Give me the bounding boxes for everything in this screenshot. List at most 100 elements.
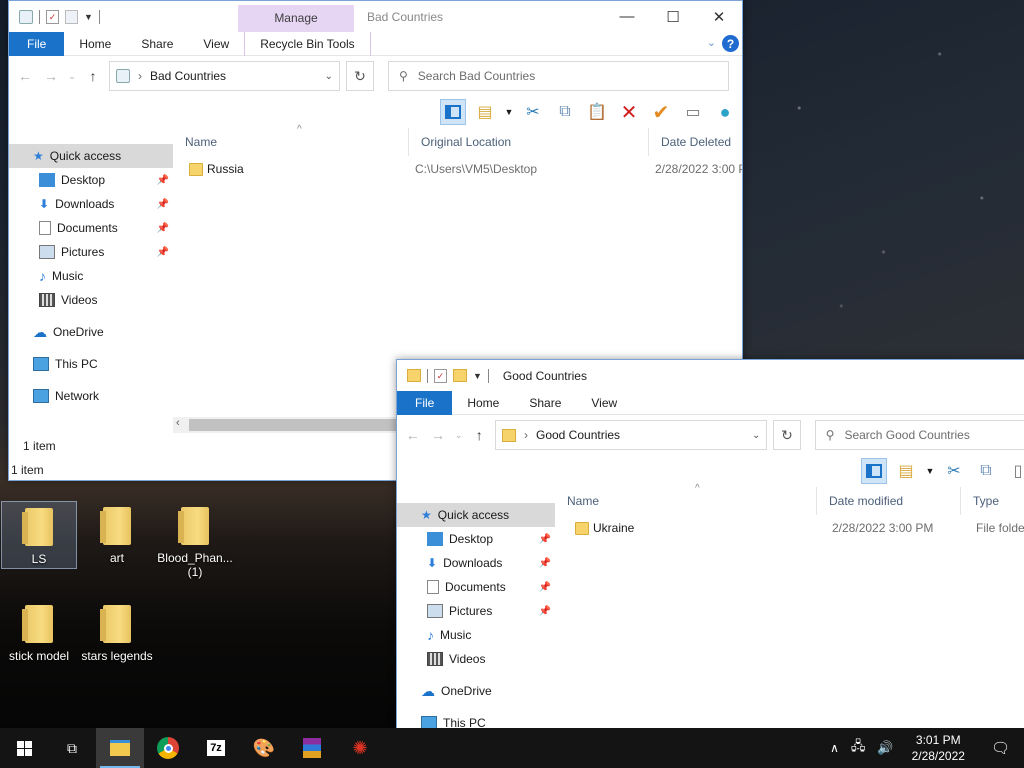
back-arrow-icon[interactable]: ← <box>403 427 422 443</box>
notification-icon[interactable]: 🗨 <box>977 739 1024 757</box>
pin-icon[interactable]: 📌 <box>157 247 169 258</box>
table-row[interactable]: Ukraine 2/28/2022 3:00 PM File folder <box>555 517 1024 539</box>
paste-icon[interactable]: ▯ <box>1005 458 1024 484</box>
address-bar[interactable]: › Good Countries ⌄ <box>494 420 768 450</box>
address-dropdown-icon[interactable]: ⌄ <box>752 430 760 441</box>
recent-dropdown-icon[interactable]: ⌄ <box>454 430 464 441</box>
new-folder-icon[interactable] <box>453 369 467 382</box>
up-arrow-icon[interactable]: ↑ <box>470 427 489 443</box>
breadcrumb[interactable]: Good Countries <box>536 428 620 442</box>
taskbar-7zip[interactable]: 7z <box>192 728 240 768</box>
properties-icon[interactable]: ▤ <box>472 99 498 125</box>
tab-recycle-bin-tools[interactable]: Recycle Bin Tools <box>244 31 371 56</box>
qat-dropdown-icon[interactable]: ▼ <box>84 12 93 22</box>
maximize-button[interactable]: ☐ <box>650 1 696 32</box>
cut-icon[interactable]: ✂ <box>941 458 967 484</box>
desktop-icon-stars-legends[interactable]: stars legends <box>79 599 155 663</box>
tab-view[interactable]: View <box>188 32 244 56</box>
sidebar-item-pictures[interactable]: Pictures 📌 <box>397 599 555 623</box>
paste-icon[interactable]: 📋 <box>584 99 610 125</box>
desktop-icon-art[interactable]: art <box>79 501 155 565</box>
clock[interactable]: 3:01 PM 2/28/2022 <box>900 732 977 764</box>
table-row[interactable]: Russia C:\Users\VM5\Desktop 2/28/2022 3:… <box>173 158 742 180</box>
minimize-button[interactable]: — <box>604 1 650 32</box>
forward-arrow-icon[interactable]: → <box>41 68 61 84</box>
qat-dropdown-icon[interactable]: ▼ <box>473 371 482 381</box>
properties-icon[interactable]: ▤ <box>893 458 919 484</box>
cut-icon[interactable]: ✂ <box>520 99 546 125</box>
tab-home[interactable]: Home <box>452 391 514 415</box>
delete-icon[interactable]: ✕ <box>616 99 642 125</box>
checkmark-icon[interactable]: ✔ <box>648 99 674 125</box>
back-arrow-icon[interactable]: ← <box>15 68 35 84</box>
copy-icon[interactable]: ⧉ <box>552 99 578 125</box>
new-folder-icon[interactable] <box>65 9 78 24</box>
scroll-left-icon[interactable]: ‹ <box>176 417 180 429</box>
properties-icon[interactable]: ✓ <box>46 9 59 24</box>
close-button[interactable]: ✕ <box>696 1 742 32</box>
pin-icon[interactable]: 📌 <box>157 223 169 234</box>
breadcrumb[interactable]: Bad Countries <box>150 69 226 83</box>
search-input[interactable]: ⚲ Search Bad Countries <box>388 61 729 91</box>
desktop-icon-blood-phan[interactable]: Blood_Phan... (1) <box>157 501 233 579</box>
pin-icon[interactable]: 📌 <box>539 558 551 569</box>
tab-home[interactable]: Home <box>64 32 126 56</box>
tab-file[interactable]: File <box>397 390 453 415</box>
tab-share[interactable]: Share <box>514 391 576 415</box>
taskbar-chrome[interactable] <box>144 728 192 768</box>
pin-icon[interactable]: 📌 <box>157 175 169 186</box>
forward-arrow-icon[interactable]: → <box>428 427 447 443</box>
dropdown-icon[interactable]: ▼ <box>925 458 935 484</box>
preview-pane-icon[interactable] <box>440 99 466 125</box>
sidebar-item-network[interactable]: Network <box>9 384 173 408</box>
sidebar-item-quick-access[interactable]: ★ Quick access <box>9 144 173 168</box>
sidebar-item-music[interactable]: ♪ Music <box>397 623 555 647</box>
task-view-button[interactable]: ⧉ <box>48 728 96 768</box>
taskbar-file-explorer[interactable] <box>96 728 144 768</box>
tab-view[interactable]: View <box>576 391 632 415</box>
sidebar-item-downloads[interactable]: ⬇ Downloads 📌 <box>397 551 555 575</box>
column-header-date-deleted[interactable]: Date Deleted <box>649 128 742 156</box>
globe-icon[interactable]: ● <box>712 99 738 125</box>
tab-share[interactable]: Share <box>126 32 188 56</box>
pin-icon[interactable]: 📌 <box>539 606 551 617</box>
sidebar-item-this-pc[interactable]: This PC <box>9 352 173 376</box>
refresh-button[interactable]: ↻ <box>346 61 374 91</box>
column-header-original-location[interactable]: Original Location <box>409 128 649 156</box>
pin-icon[interactable]: 📌 <box>539 582 551 593</box>
sidebar-item-onedrive[interactable]: ☁ OneDrive <box>9 320 173 344</box>
column-header-type[interactable]: Type <box>961 487 1024 515</box>
column-header-date-modified[interactable]: Date modified <box>817 487 961 515</box>
refresh-button[interactable]: ↻ <box>773 420 801 450</box>
sidebar-item-quick-access[interactable]: ★ Quick access <box>397 503 555 527</box>
desktop-icon-ls[interactable]: LS <box>1 501 77 569</box>
up-arrow-icon[interactable]: ↑ <box>83 68 103 84</box>
recycle-bin-icon[interactable] <box>19 9 33 24</box>
sidebar-item-documents[interactable]: Documents 📌 <box>9 216 173 240</box>
column-header-name[interactable]: Name <box>555 487 817 515</box>
folder-icon[interactable] <box>407 369 421 382</box>
address-bar[interactable]: › Bad Countries ⌄ <box>109 61 340 91</box>
sidebar-item-desktop[interactable]: Desktop 📌 <box>9 168 173 192</box>
sidebar-item-videos[interactable]: Videos <box>9 288 173 312</box>
sidebar-item-pictures[interactable]: Pictures 📌 <box>9 240 173 264</box>
pin-icon[interactable]: 📌 <box>539 534 551 545</box>
scrollbar-thumb[interactable] <box>189 419 409 431</box>
network-icon[interactable]: 🖧 <box>845 737 872 759</box>
help-icon[interactable]: ? <box>722 35 739 52</box>
volume-icon[interactable]: 🔊 <box>871 740 899 756</box>
sidebar-item-documents[interactable]: Documents 📌 <box>397 575 555 599</box>
chevron-up-icon[interactable]: ∧ <box>824 741 845 755</box>
ribbon-expand-icon[interactable]: ⌄ <box>707 36 716 49</box>
address-dropdown-icon[interactable]: ⌄ <box>325 71 333 82</box>
tab-file[interactable]: File <box>9 31 65 56</box>
rename-icon[interactable]: ▭ <box>680 99 706 125</box>
recent-dropdown-icon[interactable]: ⌄ <box>67 71 77 82</box>
pin-icon[interactable]: 📌 <box>157 199 169 210</box>
search-input[interactable]: ⚲ Search Good Countries <box>814 420 1024 450</box>
taskbar-winrar[interactable] <box>288 728 336 768</box>
sidebar-item-music[interactable]: ♪ Music <box>9 264 173 288</box>
column-header-name[interactable]: Name <box>173 128 409 156</box>
desktop-icon-stick-model[interactable]: stick model <box>1 599 77 663</box>
properties-icon[interactable]: ✓ <box>434 368 447 383</box>
